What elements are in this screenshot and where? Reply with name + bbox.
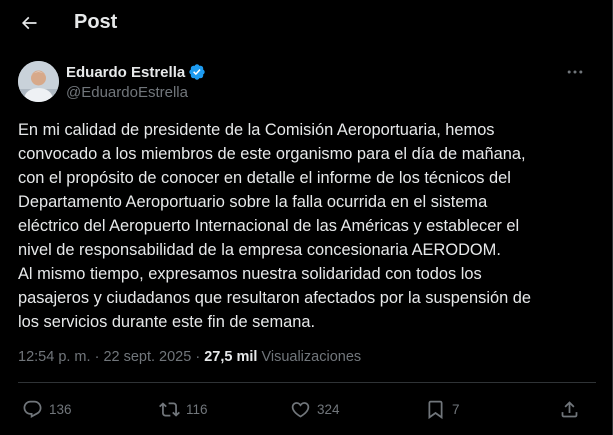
post-text: En mi calidad de presidente de la Comisi…: [18, 118, 598, 334]
back-button[interactable]: [12, 6, 46, 40]
post-text-line: con el propósito de conocer en detalle e…: [18, 169, 511, 187]
avatar[interactable]: [18, 61, 59, 102]
reply-count: 136: [49, 401, 72, 417]
author-handle[interactable]: @EduardoEstrella: [66, 84, 188, 101]
views-label: Visualizaciones: [257, 349, 362, 365]
post-text-line: los servicios durante este fin de semana…: [18, 313, 316, 331]
post-text-line: nivel de responsabilidad de la empresa c…: [18, 241, 501, 259]
views-count[interactable]: 27,5 mil: [204, 349, 257, 365]
like-count: 324: [317, 401, 340, 417]
meta-separator: ·: [191, 349, 205, 365]
post-text-line: En mi calidad de presidente de la Comisi…: [18, 121, 495, 139]
post-page: Post Eduardo Estrella @EduardoEstrella E…: [0, 0, 613, 435]
post-time[interactable]: 12:54 p. m.: [18, 349, 91, 365]
bookmark-button[interactable]: 7: [425, 392, 460, 426]
share-button[interactable]: [559, 392, 580, 426]
reply-icon: [23, 400, 42, 418]
page-header: Post: [0, 0, 612, 46]
more-horizontal-icon: [567, 70, 583, 74]
avatar-image: [18, 61, 59, 102]
meta-separator: ·: [90, 349, 104, 365]
repost-icon: [159, 401, 180, 417]
repost-button[interactable]: 116: [159, 392, 208, 426]
bookmark-icon: [428, 400, 443, 419]
post-date[interactable]: 22 sept. 2025: [103, 349, 191, 365]
share-icon: [561, 400, 578, 417]
like-button[interactable]: 324: [290, 392, 340, 426]
author-name-row: Eduardo Estrella: [66, 63, 206, 81]
post-text-line: Al mismo tiempo, expresamos nuestra soli…: [18, 265, 482, 283]
post-text-line: Departamento Aeroportuario sobre la fall…: [18, 193, 488, 211]
arrow-left-icon: [21, 16, 37, 30]
post-meta: 12:54 p. m. · 22 sept. 2025 · 27,5 mil V…: [18, 349, 361, 365]
post-text-line: pasajeros y ciudadanos que resultaron af…: [18, 289, 531, 307]
post-text-line: convocado a los miembros de este organis…: [18, 145, 526, 163]
action-bar: 136 116 324 7: [0, 392, 612, 426]
page-title: Post: [74, 11, 118, 33]
post-text-line: eléctrico del Aeropuerto Internacional d…: [18, 217, 520, 235]
verified-badge-icon[interactable]: [188, 63, 206, 81]
divider: [18, 382, 596, 383]
repost-count: 116: [186, 401, 208, 417]
more-options-button[interactable]: [562, 62, 588, 82]
reply-button[interactable]: 136: [22, 392, 72, 426]
bookmark-count: 7: [452, 401, 460, 417]
author-name[interactable]: Eduardo Estrella: [66, 64, 185, 81]
heart-icon: [291, 401, 310, 418]
